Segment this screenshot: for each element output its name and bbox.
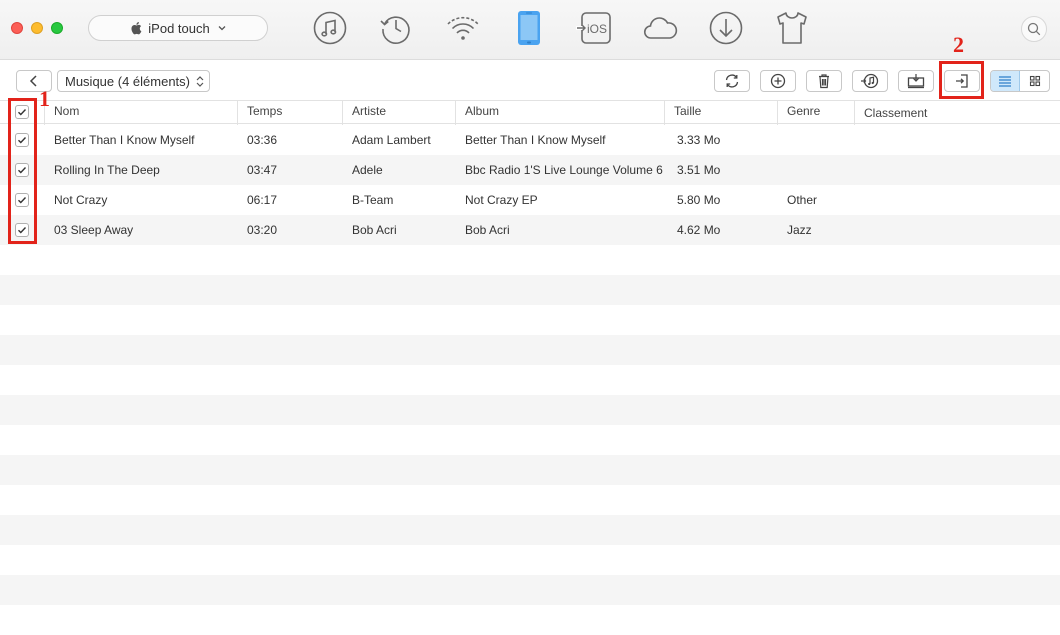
cell-time: 03:36 [247,133,278,147]
backup-history-tab[interactable] [378,10,414,46]
device-name: iPod touch [148,20,210,36]
search-button[interactable] [1021,16,1047,42]
add-icon [770,73,786,89]
cell-name: Not Crazy [54,193,108,207]
zoom-window-button[interactable] [51,22,63,34]
list-view-icon [999,76,1011,87]
empty-row [0,395,1060,425]
chevron-down-icon [218,26,226,31]
cell-album: Not Crazy EP [465,193,538,207]
add-to-itunes-button[interactable] [852,70,888,92]
svg-text:iOS: iOS [587,22,607,36]
wifi-icon [447,16,479,40]
empty-row [0,425,1060,455]
icloud-tab[interactable] [642,10,678,46]
updown-arrows-icon [196,76,204,87]
to-ios-tab[interactable]: iOS [576,10,612,46]
table-row[interactable]: Better Than I Know Myself 03:36 Adam Lambe… [0,125,1060,155]
empty-row [0,455,1060,485]
export-to-computer-icon [907,74,925,89]
empty-row [0,275,1060,305]
empty-row [0,365,1060,395]
music-table: Nom Temps Artiste Album Taille Genre Cla… [0,100,1060,635]
column-header-album[interactable]: Album [455,101,665,125]
empty-row [0,305,1060,335]
music-tab[interactable] [312,10,348,46]
cell-size: 5.80 Mo [677,193,721,207]
shirt-icon [777,12,807,44]
empty-row [0,335,1060,365]
callout-number-2: 2 [953,32,964,57]
column-header-name[interactable]: Nom [44,101,238,125]
search-icon [1027,22,1041,36]
category-label: Musique (4 éléments) [65,73,190,89]
cell-size: 3.33 Mo [677,133,721,147]
minimize-window-button[interactable] [31,22,43,34]
wifi-tab[interactable] [445,10,481,46]
column-header-time[interactable]: Temps [237,101,343,125]
empty-row [0,245,1060,275]
cell-album: Bob Acri [465,223,510,237]
category-selector[interactable]: Musique (4 éléments) [57,70,210,92]
column-header-size[interactable]: Taille [664,101,778,125]
empty-row [0,485,1060,515]
callout-box-1 [8,98,37,244]
table-header: Nom Temps Artiste Album Taille Genre Cla… [0,100,1060,125]
cell-artist: Bob Acri [352,223,397,237]
download-icon [709,11,743,45]
column-header-rating[interactable]: Classement [854,101,1060,125]
cell-name: Better Than I Know Myself [54,133,195,147]
device-tab[interactable] [511,10,547,46]
empty-row [0,545,1060,575]
cell-size: 4.62 Mo [677,223,721,237]
column-header-genre[interactable]: Genre [777,101,855,125]
cell-genre: Jazz [787,223,812,237]
toolkit-tab[interactable] [774,10,810,46]
cell-size: 3.51 Mo [677,163,721,177]
window-toolbar: iPod touch iOS [0,0,1060,60]
cell-album: Bbc Radio 1'S Live Lounge Volume 6 [465,163,663,177]
empty-row [0,515,1060,545]
delete-icon [819,74,829,89]
table-row[interactable]: Not Crazy 06:17 B-Team Not Crazy EP 5.80 Mo O… [0,185,1060,215]
device-selector[interactable]: iPod touch [88,15,268,41]
table-row[interactable]: 03 Sleep Away 03:20 Bob Acri Bob Acri 4.62 M… [0,215,1060,245]
cell-name: 03 Sleep Away [54,223,134,237]
refresh-button[interactable] [714,70,750,92]
callout-box-2 [939,61,984,99]
list-view-button[interactable] [991,71,1021,91]
cloud-icon [643,17,678,39]
export-to-computer-button[interactable] [898,70,934,92]
apple-icon [131,22,142,35]
empty-row [0,605,1060,635]
to-ios-icon: iOS [576,12,611,44]
cell-artist: Adele [352,163,383,177]
column-header-artist[interactable]: Artiste [342,101,456,125]
history-icon [380,16,410,44]
device-icon [518,11,540,45]
refresh-icon [725,74,739,88]
close-window-button[interactable] [11,22,23,34]
cell-time: 03:47 [247,163,278,177]
add-to-itunes-icon [861,73,879,89]
cell-time: 06:17 [247,193,278,207]
grid-view-button[interactable] [1020,71,1049,91]
chevron-left-icon [29,75,37,87]
table-row[interactable]: Rolling In The Deep 03:47 Adele Bbc Radio 1… [0,155,1060,185]
cell-album: Better Than I Know Myself [465,133,606,147]
callout-number-1: 1 [39,86,50,111]
cell-name: Rolling In The Deep [54,163,160,177]
add-button[interactable] [760,70,796,92]
download-tab[interactable] [708,10,744,46]
cell-artist: B-Team [352,193,394,207]
empty-row [0,575,1060,605]
cell-artist: Adam Lambert [352,133,431,147]
delete-button[interactable] [806,70,842,92]
grid-view-icon [1029,75,1040,87]
music-icon [313,11,347,45]
view-toggle [990,70,1050,92]
cell-time: 03:20 [247,223,278,237]
cell-genre: Other [787,193,818,207]
